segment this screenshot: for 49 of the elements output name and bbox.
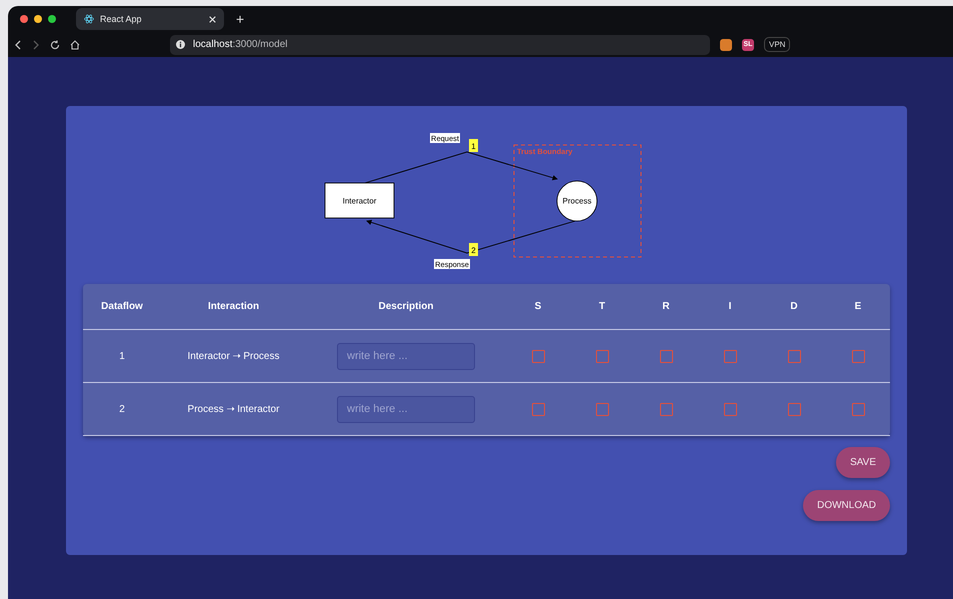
process-node: Process [556,180,597,222]
home-icon[interactable] [70,40,80,50]
new-tab-button[interactable]: + [236,11,244,27]
column-header: Dataflow [100,301,144,312]
vpn-button[interactable]: VPN [764,37,790,52]
flow-number: 1 [468,139,478,152]
extension-icon[interactable] [720,38,732,50]
threat-checkbox[interactable] [852,402,864,416]
back-icon[interactable] [14,40,22,50]
column-header: E [854,301,862,312]
table-cell-text: Process ➝ Interactor [186,403,280,415]
column-header: I [728,301,732,312]
threat-checkbox[interactable] [596,402,608,416]
threat-checkbox[interactable] [724,350,736,362]
threat-checkbox[interactable] [660,402,672,416]
column-header: R [661,301,671,312]
close-icon[interactable] [209,16,216,22]
flow-number: 2 [468,243,478,256]
save-button[interactable]: SAVE [836,447,890,478]
column-header: T [598,301,606,312]
threat-checkbox[interactable] [724,402,736,416]
download-button[interactable]: DOWNLOAD [803,490,890,521]
reload-icon[interactable] [50,40,60,50]
maximize-window-button[interactable] [48,15,56,23]
threat-checkbox[interactable] [788,350,800,362]
table-cell-text: 2 [118,404,126,414]
threat-checkbox[interactable] [532,402,544,416]
minimize-window-button[interactable] [34,15,42,23]
info-icon[interactable] [176,40,185,49]
description-field[interactable]: write here ... [337,396,475,422]
tab-title: React App [100,14,143,24]
close-window-button[interactable] [20,15,28,23]
threat-checkbox[interactable] [596,350,608,362]
forward-icon[interactable] [32,40,40,50]
threat-checkbox[interactable] [788,402,800,416]
threat-checkbox[interactable] [660,350,672,362]
column-header: S [534,301,542,312]
threat-checkbox[interactable] [852,350,864,362]
column-header: D [789,301,799,312]
table-cell-text: 1 [118,350,126,362]
address-text[interactable]: localhost:3000/model [193,39,288,50]
table-cell-text: Interactor ➝ Process [186,350,280,362]
browser-tab[interactable]: React App [76,8,224,30]
threat-checkbox[interactable] [532,350,544,362]
column-header: Interaction [206,301,260,312]
interactor-node: Interactor [324,182,394,218]
atom-icon [84,14,94,24]
column-header: Description [377,301,434,312]
description-field[interactable]: write here ... [337,342,475,370]
